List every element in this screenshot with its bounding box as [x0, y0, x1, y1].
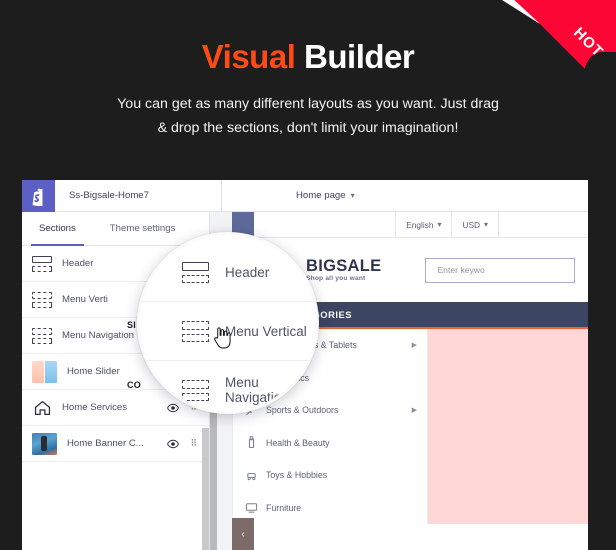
promo-area	[428, 329, 588, 524]
ghost-label-co: CO	[127, 380, 142, 390]
tab-theme-settings[interactable]: Theme settings	[93, 212, 193, 245]
section-block-icon	[32, 291, 52, 308]
toys-icon	[245, 469, 258, 482]
page-subtitle-line2: & drop the sections, don't limit your im…	[157, 120, 459, 136]
page-subtitle: You can get as many different layouts as…	[0, 92, 616, 140]
eye-icon[interactable]	[167, 438, 179, 450]
magnified-item-label: Menu Navigation	[225, 375, 289, 405]
sidebar-section-home-banner[interactable]: Home Banner C... ⠿	[22, 426, 209, 462]
currency-selector[interactable]: USD ▾	[451, 212, 498, 237]
beauty-bottle-icon	[245, 436, 258, 449]
chevron-down-icon: ▾	[437, 220, 442, 229]
house-icon	[32, 400, 52, 416]
furniture-icon	[245, 501, 258, 514]
store-utility-bar: English ▾ USD ▾	[232, 212, 588, 238]
section-block-icon	[182, 379, 209, 401]
tab-sections-label: Sections	[39, 223, 76, 234]
category-item-health[interactable]: Health & Beauty	[233, 427, 427, 460]
magnified-item-menu-navigation[interactable]: Menu Navigation	[140, 361, 316, 411]
chevron-right-icon: ▶	[411, 407, 417, 415]
pointer-hand-cursor	[212, 325, 231, 350]
category-label: Furniture	[266, 502, 302, 513]
page-selector[interactable]: Home page ▾	[282, 180, 369, 211]
right-mask	[588, 180, 616, 550]
drag-handle[interactable]: ⠿	[189, 438, 199, 449]
page-selector-label: Home page	[296, 190, 346, 201]
page-subtitle-line1: You can get as many different layouts as…	[117, 96, 499, 112]
sidebar-section-label: Home Banner C...	[67, 438, 144, 449]
page-title-accent: Visual	[201, 38, 296, 75]
search-input[interactable]: Enter keywo	[425, 257, 576, 283]
category-item-furniture[interactable]: Furniture	[233, 492, 427, 525]
magnified-item-label: Menu Vertical	[225, 323, 307, 339]
search-placeholder: Enter keywo	[437, 265, 485, 275]
store-logo-text: BIGSALE Shop all you want	[306, 257, 382, 283]
category-label: Toys & Hobbies	[266, 470, 328, 481]
preview-back-glyph: ‹	[241, 528, 245, 540]
language-label: English	[406, 219, 434, 230]
chevron-down-icon: ▾	[483, 220, 488, 229]
thumbnail-slider	[32, 360, 57, 383]
app-topbar: Ss-Bigsale-Home7 Home page ▾	[22, 180, 588, 212]
thumbnail-photo	[32, 432, 57, 455]
category-item-toys[interactable]: Toys & Hobbies	[233, 459, 427, 492]
chevron-down-icon: ▾	[350, 191, 355, 200]
shopify-bag-icon[interactable]	[22, 180, 55, 212]
sidebar-tabs: Sections Theme settings	[22, 212, 209, 246]
section-header-icon	[32, 255, 52, 272]
page-title: Visual Builder	[0, 38, 616, 76]
magnified-item-label: Header	[225, 264, 270, 280]
tab-theme-settings-label: Theme settings	[109, 223, 176, 234]
preview-back-button[interactable]: ‹	[232, 518, 254, 550]
section-block-icon	[32, 327, 52, 344]
store-tagline: Shop all you want	[306, 275, 366, 282]
promo-banner-root: Visual Builder You can get as many diffe…	[0, 0, 616, 550]
language-selector[interactable]: English ▾	[395, 212, 451, 237]
category-label: Health & Beauty	[266, 437, 330, 448]
ghost-label-si: SI	[127, 320, 137, 330]
store-name: BIGSALE	[306, 257, 382, 275]
page-title-main: Builder	[304, 38, 415, 75]
theme-name-label: Ss-Bigsale-Home7	[55, 180, 222, 211]
sidebar-scrollbar[interactable]	[202, 428, 209, 550]
utility-spacer	[498, 212, 588, 237]
chevron-right-icon: ▶	[411, 342, 417, 350]
currency-label: USD	[462, 219, 480, 230]
magnifier-lens: Header Menu Vertical Menu Navigation	[137, 232, 319, 414]
section-header-icon	[182, 261, 209, 283]
section-block-icon	[182, 320, 209, 342]
magnified-item-header[interactable]: Header	[140, 243, 316, 302]
tab-sections[interactable]: Sections	[22, 212, 93, 246]
